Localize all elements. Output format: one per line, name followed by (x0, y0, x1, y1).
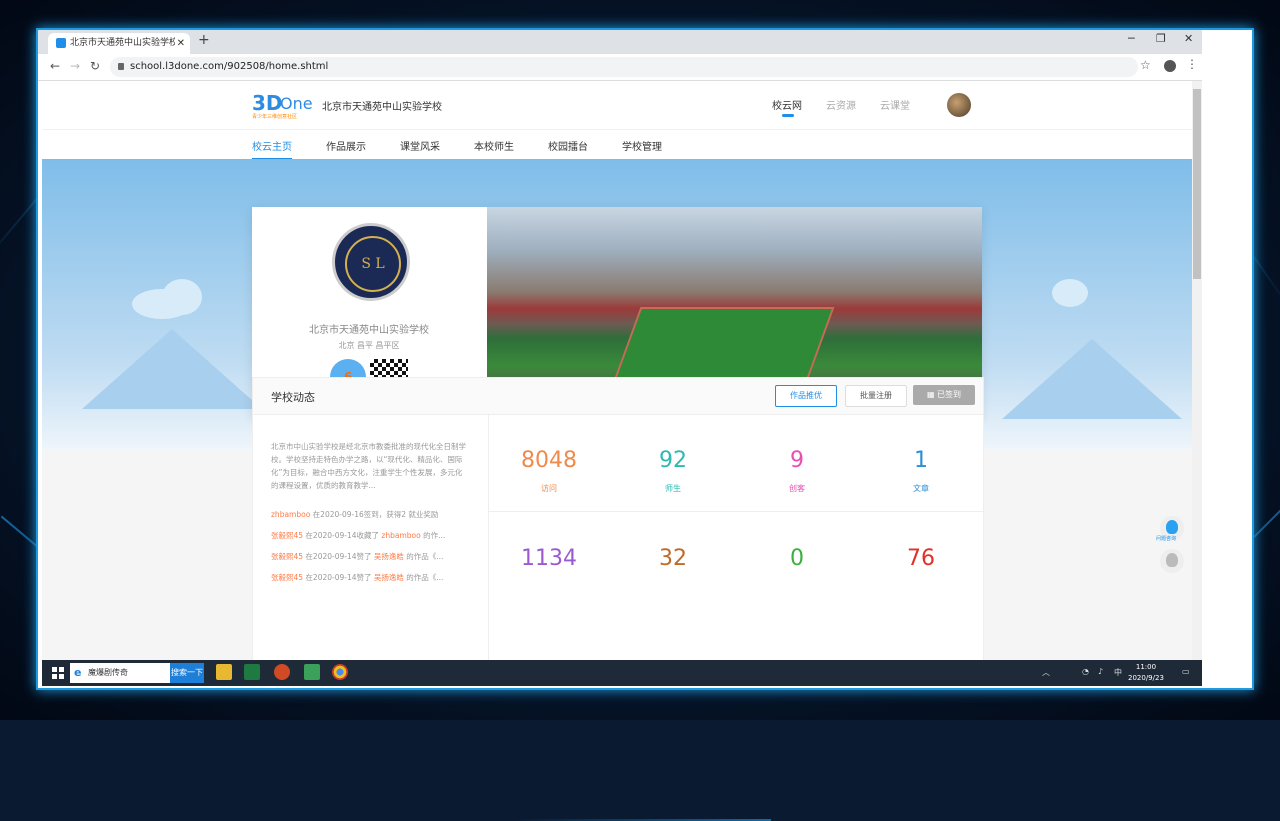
subnav-works[interactable]: 作品展示 (326, 138, 366, 153)
stat-item: 0 (737, 546, 857, 581)
site-logo[interactable]: 3D One 青少年三维创意社区 (252, 91, 316, 120)
taskbar-search-input[interactable]: e 魔爆剧传奇 (70, 663, 170, 683)
school-intro: 北京市中山实验学校是经北京市教委批准的现代化全日制学校。学校坚持走特色办学之路，… (271, 442, 466, 490)
menu-icon[interactable]: ⋮ (1186, 57, 1198, 71)
subnav-classes[interactable]: 课堂风采 (400, 138, 440, 153)
stat-value: 1134 (521, 546, 577, 571)
volume-icon[interactable]: ♪ (1098, 667, 1103, 676)
stat-value: 32 (659, 546, 687, 571)
stat-value: 76 (907, 546, 935, 571)
tab-title: 北京市天通苑中山实验学校_学校 (70, 38, 175, 48)
file-explorer-icon[interactable] (216, 664, 232, 680)
bookmark-star-icon[interactable]: ☆ (1140, 58, 1151, 72)
new-tab-icon[interactable]: + (198, 32, 210, 48)
powerpoint-icon[interactable] (274, 664, 290, 680)
forward-icon[interactable]: → (70, 59, 80, 73)
qq-consult-button[interactable]: 问题咨询 (1156, 516, 1184, 542)
stat-item: 8048 访问 (489, 448, 609, 494)
topnav-resources[interactable]: 云资源 (826, 97, 856, 112)
signed-in-button[interactable]: ▦ 已签到 (913, 385, 975, 405)
stat-item: 32 (613, 546, 733, 581)
stat-item: 1134 (489, 546, 609, 581)
stat-item: 9 创客 (737, 448, 857, 494)
list-item: zhbamboo 在2020-09-16签到，获得2 就业奖励 (271, 510, 439, 519)
tab-bar: 北京市天通苑中山实验学校_学校 ✕ + ─ ❐ ✕ (38, 30, 1202, 54)
subnav-arena[interactable]: 校园擂台 (548, 138, 588, 153)
web-page: 3D One 青少年三维创意社区 北京市天通苑中山实验学校 校云网 云资源 云课… (42, 81, 1192, 664)
stat-label: 文章 (913, 484, 929, 493)
stat-value: 1 (914, 448, 928, 473)
close-tab-icon[interactable]: ✕ (177, 33, 185, 54)
stat-label: 师生 (665, 484, 681, 493)
school-emblem: S L (332, 223, 410, 301)
subnav-home[interactable]: 校云主页 (252, 138, 292, 160)
list-item: 张毅熙45 在2020-09-14赞了 吴扬逸皓 的作品《... (271, 573, 444, 582)
ime-indicator[interactable]: 中 (1114, 667, 1122, 678)
header-school-name: 北京市天通苑中山实验学校 (322, 102, 442, 113)
account-icon[interactable] (1164, 60, 1176, 72)
address-bar: ← → ↻ school.l3done.com/902508/home.shtm… (38, 54, 1202, 81)
page-scrollbar[interactable] (1192, 81, 1202, 664)
url-text: school.l3done.com/902508/home.shtml (130, 61, 329, 72)
app-icon[interactable] (304, 664, 320, 680)
subnav-members[interactable]: 本校师生 (474, 138, 514, 153)
topnav-xiaoyun[interactable]: 校云网 (772, 97, 802, 117)
dynamics-title: 学校动态 (271, 391, 315, 404)
browser-window: 北京市天通苑中山实验学校_学校 ✕ + ─ ❐ ✕ ← → ↻ school.l… (36, 28, 1254, 690)
browser-tab[interactable]: 北京市天通苑中山实验学校_学校 ✕ (48, 33, 190, 54)
favicon-icon (56, 38, 66, 48)
stat-label: 创客 (789, 484, 805, 493)
list-item: 张毅熙45 在2020-09-14收藏了 zhbamboo 的作... (271, 531, 446, 540)
reload-icon[interactable]: ↻ (90, 59, 100, 73)
back-icon[interactable]: ← (50, 59, 60, 73)
taskbar: e 魔爆剧传奇 搜索一下 ︿ ◔ ♪ 中 11:00 2020/9/23 ▭ (42, 660, 1202, 686)
stat-item: 92 师生 (613, 448, 733, 494)
close-window-icon[interactable]: ✕ (1184, 32, 1193, 45)
stat-item: 1 文章 (861, 448, 981, 494)
stat-value: 92 (659, 448, 687, 473)
topnav-classroom[interactable]: 云课堂 (880, 97, 910, 112)
windows-start-icon[interactable] (52, 667, 64, 679)
avatar[interactable] (947, 93, 971, 117)
tray-chevron-icon[interactable]: ︿ (1042, 667, 1050, 678)
url-input[interactable]: school.l3done.com/902508/home.shtml (110, 57, 1138, 77)
maximize-icon[interactable]: ❐ (1156, 32, 1166, 45)
school-location: 北京 昌平 昌平区 (338, 341, 400, 350)
ie-icon: e (74, 666, 82, 679)
clock[interactable]: 11:00 2020/9/23 (1128, 662, 1164, 684)
dynamics-header: 学校动态 作品推优 批量注册 ▦ 已签到 (253, 378, 983, 415)
stat-value: 0 (790, 546, 804, 571)
stat-item: 76 (861, 546, 981, 581)
recommend-button[interactable]: 作品推优 (775, 385, 837, 407)
school-name: 北京市天通苑中山实验学校 (309, 325, 429, 336)
sub-navigation: 校云主页 作品展示 课堂风采 本校师生 校园擂台 学校管理 (42, 129, 1192, 160)
lock-icon (118, 63, 124, 70)
batch-register-button[interactable]: 批量注册 (845, 385, 907, 407)
search-button[interactable]: 搜索一下 (170, 663, 204, 683)
school-dynamics-panel: 学校动态 作品推优 批量注册 ▦ 已签到 北京市中山实验学校是经北京市教委批准的… (252, 377, 984, 664)
stat-value: 9 (790, 448, 804, 473)
network-icon[interactable]: ◔ (1082, 667, 1089, 676)
chrome-icon[interactable] (332, 664, 348, 680)
wechat-button[interactable] (1160, 549, 1184, 573)
subnav-admin[interactable]: 学校管理 (622, 138, 662, 153)
minimize-icon[interactable]: ─ (1128, 32, 1135, 45)
excel-icon[interactable] (244, 664, 260, 680)
list-item: 张毅熙45 在2020-09-14赞了 吴扬逸皓 的作品《... (271, 552, 444, 561)
site-header: 3D One 青少年三维创意社区 北京市天通苑中山实验学校 校云网 云资源 云课… (42, 81, 1192, 129)
stat-label: 访问 (541, 484, 557, 493)
stat-value: 8048 (521, 448, 577, 473)
notification-icon[interactable]: ▭ (1182, 667, 1190, 676)
